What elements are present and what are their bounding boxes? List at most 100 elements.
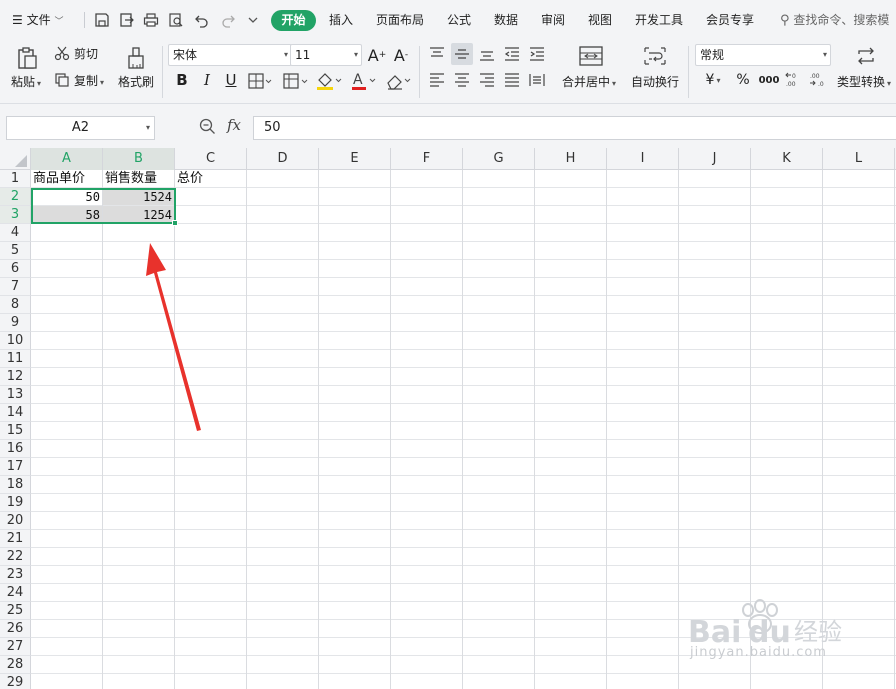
tab-insert[interactable]: 插入 — [329, 10, 353, 31]
copy-icon[interactable] — [54, 72, 70, 88]
row-header-10[interactable]: 10 — [0, 332, 31, 350]
formula-input[interactable]: 50 — [253, 116, 896, 140]
increase-decimal-icon[interactable]: 0.00 — [784, 70, 804, 90]
column-header-j[interactable]: J — [679, 148, 751, 170]
row-header-15[interactable]: 15 — [0, 422, 31, 440]
cell-style-icon[interactable] — [282, 71, 310, 91]
decrease-decimal-icon[interactable]: .00.0 — [808, 70, 828, 90]
copy-button[interactable]: 复制 ▾ — [74, 73, 104, 91]
cell-b1[interactable]: 销售数量 — [103, 170, 179, 188]
wrap-text-icon[interactable] — [642, 44, 668, 68]
paste-icon[interactable] — [14, 44, 40, 72]
row-header-21[interactable]: 21 — [0, 530, 31, 548]
column-header-d[interactable]: D — [247, 148, 319, 170]
merge-center-icon[interactable] — [578, 44, 604, 68]
column-header-b[interactable]: B — [103, 148, 175, 170]
row-header-22[interactable]: 22 — [0, 548, 31, 566]
row-header-6[interactable]: 6 — [0, 260, 31, 278]
decrease-indent-icon[interactable] — [502, 44, 522, 64]
file-menu[interactable]: ☰ 文件 ﹀ — [12, 10, 63, 30]
format-painter-icon[interactable] — [124, 44, 148, 72]
tab-data[interactable]: 数据 — [494, 10, 518, 31]
row-header-14[interactable]: 14 — [0, 404, 31, 422]
font-color-icon[interactable]: A — [349, 70, 379, 92]
cut-button-label[interactable]: 剪切 — [74, 46, 98, 62]
align-bottom-icon[interactable] — [477, 44, 497, 64]
column-header-h[interactable]: H — [535, 148, 607, 170]
increase-indent-icon[interactable] — [527, 44, 547, 64]
print-preview-icon[interactable] — [166, 10, 186, 30]
number-format-select[interactable]: 常规 ▾ — [695, 44, 831, 66]
command-search[interactable]: ⚲ 查找命令、搜索模 — [780, 10, 889, 30]
row-header-24[interactable]: 24 — [0, 584, 31, 602]
customize-quick-access-icon[interactable] — [243, 10, 263, 30]
row-header-28[interactable]: 28 — [0, 656, 31, 674]
fill-handle[interactable] — [172, 220, 178, 226]
row-header-8[interactable]: 8 — [0, 296, 31, 314]
row-header-12[interactable]: 12 — [0, 368, 31, 386]
eraser-icon[interactable] — [384, 70, 414, 92]
thousands-separator-button[interactable]: 000 — [758, 70, 780, 90]
row-header-9[interactable]: 9 — [0, 314, 31, 332]
row-header-16[interactable]: 16 — [0, 440, 31, 458]
tab-page-layout[interactable]: 页面布局 — [376, 10, 424, 31]
insert-function-button[interactable]: fx — [227, 116, 241, 134]
justify-icon[interactable] — [502, 70, 522, 90]
print-icon[interactable] — [141, 10, 161, 30]
select-all-corner[interactable] — [0, 148, 31, 170]
cell-a1[interactable]: 商品单价 — [31, 170, 107, 188]
row-header-25[interactable]: 25 — [0, 602, 31, 620]
row-header-26[interactable]: 26 — [0, 620, 31, 638]
column-header-g[interactable]: G — [463, 148, 535, 170]
wrap-text-label[interactable]: 自动换行 — [631, 74, 679, 90]
row-header-20[interactable]: 20 — [0, 512, 31, 530]
column-header-k[interactable]: K — [751, 148, 823, 170]
redo-icon[interactable] — [218, 10, 238, 30]
tab-formulas[interactable]: 公式 — [447, 10, 471, 31]
currency-format-button[interactable]: ¥ ▾ — [700, 70, 726, 90]
column-header-e[interactable]: E — [319, 148, 391, 170]
underline-icon[interactable]: U — [222, 70, 240, 90]
borders-icon[interactable] — [247, 71, 273, 91]
type-convert-icon[interactable] — [853, 44, 879, 68]
scissors-icon[interactable] — [54, 45, 70, 61]
paste-button[interactable]: 粘贴 ▾ — [11, 74, 41, 92]
export-pdf-icon[interactable] — [117, 10, 137, 30]
column-header-c[interactable]: C — [175, 148, 247, 170]
tab-view[interactable]: 视图 — [588, 10, 612, 31]
row-header-27[interactable]: 27 — [0, 638, 31, 656]
column-header-i[interactable]: I — [607, 148, 679, 170]
row-header-5[interactable]: 5 — [0, 242, 31, 260]
column-header-a[interactable]: A — [31, 148, 103, 170]
tab-home[interactable]: 开始 — [271, 10, 316, 31]
row-header-1[interactable]: 1 — [0, 170, 31, 188]
undo-icon[interactable] — [192, 10, 212, 30]
decrease-font-icon[interactable]: A- — [391, 44, 411, 66]
row-header-29[interactable]: 29 — [0, 674, 31, 689]
tab-review[interactable]: 审阅 — [541, 10, 565, 31]
tab-member[interactable]: 会员专享 — [706, 10, 754, 31]
align-center-icon[interactable] — [452, 70, 472, 90]
row-header-23[interactable]: 23 — [0, 566, 31, 584]
column-header-f[interactable]: F — [391, 148, 463, 170]
save-icon[interactable] — [92, 10, 112, 30]
align-left-icon[interactable] — [427, 70, 447, 90]
name-box[interactable]: A2 ▾ — [6, 116, 155, 140]
row-header-2[interactable]: 2 — [0, 188, 31, 206]
row-header-4[interactable]: 4 — [0, 224, 31, 242]
zoom-formula-icon[interactable] — [199, 118, 216, 138]
align-right-icon[interactable] — [477, 70, 497, 90]
align-top-icon[interactable] — [427, 44, 447, 64]
tab-developer[interactable]: 开发工具 — [635, 10, 683, 31]
type-convert-button[interactable]: 类型转换 ▾ — [837, 74, 891, 92]
row-header-13[interactable]: 13 — [0, 386, 31, 404]
increase-font-icon[interactable]: A + — [367, 44, 387, 66]
column-header-l[interactable]: L — [823, 148, 895, 170]
align-middle-icon[interactable] — [451, 43, 473, 65]
font-size-select[interactable]: 11 ▾ — [290, 44, 362, 66]
format-painter-label[interactable]: 格式刷 — [118, 74, 154, 90]
merge-center-button[interactable]: 合并居中 ▾ — [562, 74, 616, 92]
distributed-align-icon[interactable] — [527, 70, 547, 90]
font-name-select[interactable]: 宋体 ▾ — [168, 44, 292, 66]
row-header-18[interactable]: 18 — [0, 476, 31, 494]
